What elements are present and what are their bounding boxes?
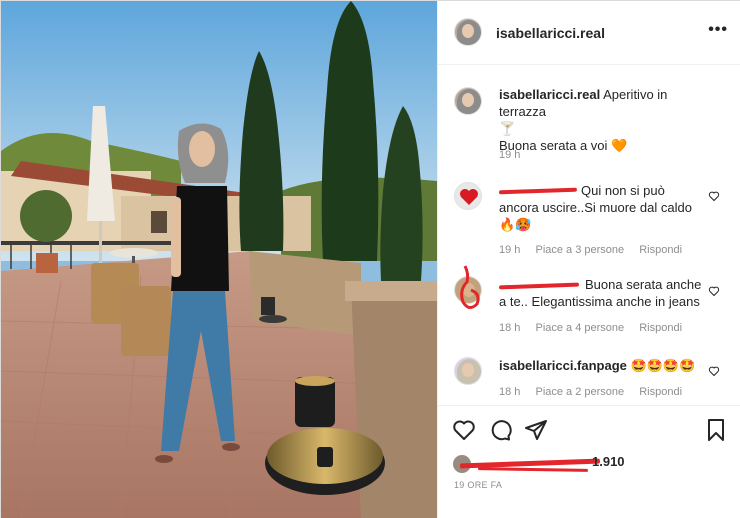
like-comment-icon[interactable] [708, 365, 720, 377]
caption-text-block: isabellaricci.real Aperitivo in terrazza… [499, 86, 704, 154]
comment-time[interactable]: 18 h [499, 322, 520, 334]
post-photo[interactable] [1, 1, 437, 518]
comment-likes[interactable]: Piace a 4 persone [535, 322, 624, 334]
comment-meta: 18 h Piace a 2 persone Rispondi [499, 386, 694, 398]
comment-icon[interactable] [488, 418, 512, 442]
comment-avatar[interactable] [454, 357, 482, 385]
comment-time[interactable]: 19 h [499, 244, 520, 256]
post-time-ago[interactable]: 19 ORE FA [454, 480, 502, 490]
reply-link[interactable]: Rispondi [639, 386, 682, 398]
reply-link[interactable]: Rispondi [639, 322, 682, 334]
fire-emoji: 🔥🥵 [499, 217, 532, 232]
comment-text: Qui non si può ancora uscire..Si muore d… [499, 183, 692, 215]
caption-avatar[interactable] [454, 87, 482, 115]
heart-avatar-icon [460, 189, 478, 205]
save-bookmark-icon[interactable] [704, 418, 728, 442]
comment-meta: 19 h Piace a 3 persone Rispondi [499, 244, 694, 256]
post-sidebar: isabellaricci.real ••• isabellaricci.rea… [437, 1, 740, 518]
caption-time[interactable]: 19 h [499, 149, 520, 161]
likes-count[interactable]: 1.910 [592, 454, 625, 469]
post-header: isabellaricci.real ••• [438, 1, 740, 65]
post-actions: 1.910 19 ORE FA [438, 405, 740, 518]
comment-text-block: Qui non si può ancora uscire..Si muore d… [499, 182, 704, 233]
comment-time[interactable]: 18 h [499, 386, 520, 398]
comment-text-block: Buona serata anche a te.. Elegantissima … [499, 276, 704, 310]
comment-meta: 18 h Piace a 4 persone Rispondi [499, 322, 694, 334]
comment-text-block: isabellaricci.fanpage 🤩🤩🤩🤩 [499, 357, 704, 374]
comment-avatar[interactable] [454, 182, 482, 210]
caption-username[interactable]: isabellaricci.real [499, 87, 600, 102]
comment-likes[interactable]: Piace a 3 persone [535, 244, 624, 256]
author-username[interactable]: isabellaricci.real [496, 25, 605, 41]
orange-heart-emoji: 🧡 [611, 138, 628, 153]
comments-list[interactable]: isabellaricci.real Aperitivo in terrazza… [438, 65, 740, 405]
share-icon[interactable] [524, 418, 548, 442]
like-icon[interactable] [452, 418, 476, 442]
cocktail-emoji: 🍸 [499, 121, 516, 136]
reply-link[interactable]: Rispondi [639, 244, 682, 256]
likes-summary[interactable]: 1.910 [454, 454, 625, 469]
caption-meta: 19 h [499, 149, 532, 161]
more-options-icon[interactable]: ••• [708, 22, 728, 38]
comment-likes[interactable]: Piace a 2 persone [535, 386, 624, 398]
like-comment-icon[interactable] [708, 285, 720, 297]
comment-username[interactable]: isabellaricci.fanpage [499, 358, 627, 373]
red-scribble [460, 265, 480, 309]
instagram-post-window: isabellaricci.real ••• isabellaricci.rea… [0, 0, 740, 518]
star-eyes-emoji: 🤩🤩🤩🤩 [630, 358, 696, 373]
comment-text: Buona serata anche a te.. Elegantissima … [499, 277, 702, 309]
like-comment-icon[interactable] [708, 190, 720, 202]
author-avatar[interactable] [454, 18, 482, 46]
photo-illustration [1, 1, 437, 518]
